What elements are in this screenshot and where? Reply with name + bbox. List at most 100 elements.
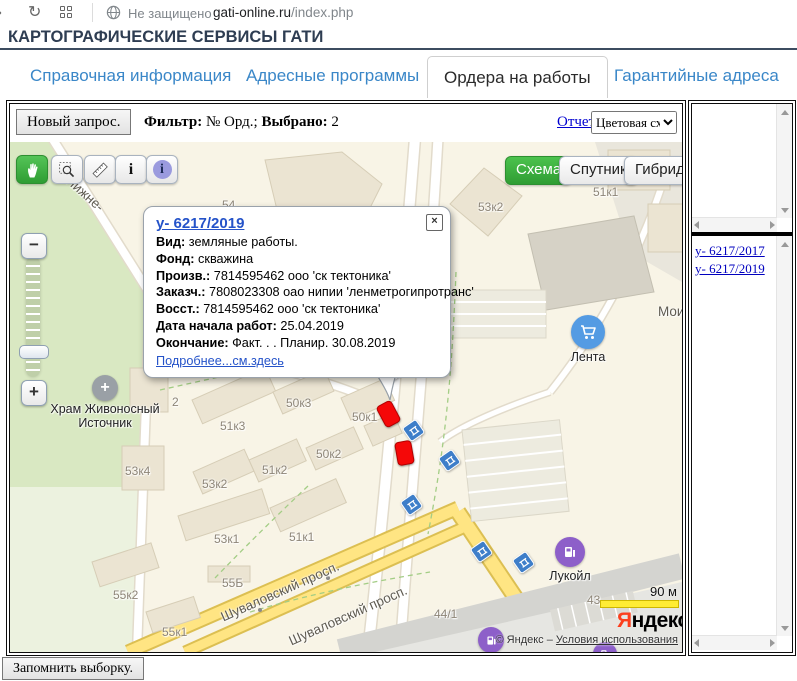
scroll-up-arrow[interactable] xyxy=(777,236,792,252)
sidebar-top-pane xyxy=(692,104,792,236)
church-label-line1: Храм Живоносный xyxy=(45,402,165,416)
building-label: 53к1 xyxy=(214,532,239,546)
lenta-label: Лента xyxy=(564,350,612,364)
sidebar-orders-pane: у- 6217/2017 у- 6217/2019 xyxy=(692,236,792,650)
marquee-zoom-icon xyxy=(58,161,76,179)
map-canvas[interactable]: Нижне- 54 51к1 53к2 Мои 2 51к3 50к3 50к1… xyxy=(10,142,682,652)
building-label: 53к4 xyxy=(125,464,150,478)
apps-grid-icon[interactable] xyxy=(60,6,73,19)
security-label: Не защищено xyxy=(128,6,212,21)
scroll-right-arrow[interactable] xyxy=(770,636,775,650)
scroll-up-arrow[interactable] xyxy=(777,104,792,120)
street-label: Мои xyxy=(658,304,682,319)
map-copyright: © Яндекс – Условия использования xyxy=(488,634,678,646)
building-label: 53к2 xyxy=(202,477,227,491)
balloon-row: Восст.: 7814595462 ооо 'ск тектоника' xyxy=(156,301,438,318)
building-label: 55к2 xyxy=(113,588,138,602)
ruler-tool-button[interactable] xyxy=(84,155,116,184)
zoom-out-button[interactable]: − xyxy=(21,233,47,259)
building-label: 51к1 xyxy=(593,185,618,199)
scroll-down-arrow[interactable] xyxy=(777,202,792,218)
scroll-left-arrow[interactable] xyxy=(694,636,699,650)
filter-label: Фильтр: xyxy=(144,114,202,130)
building-label: 55Б xyxy=(222,576,243,590)
building-label: 51к3 xyxy=(220,419,245,433)
ruler-icon xyxy=(91,161,109,179)
church-label-line2: Источник xyxy=(45,416,165,430)
page-title: КАРТОГРАФИЧЕСКИЕ СЕРВИСЫ ГАТИ xyxy=(8,28,323,47)
browser-toolbar: › ↻ Не защищено gati-online.ru/index.php xyxy=(0,0,797,26)
building-label: 2 xyxy=(172,395,179,409)
url-host: gati-online.ru xyxy=(213,5,291,20)
scale-label: 90 м xyxy=(627,584,677,599)
zoom-slider-track[interactable] xyxy=(26,257,40,377)
page: › ↻ Не защищено gati-online.ru/index.php… xyxy=(0,0,797,681)
zoom-slider-handle[interactable] xyxy=(19,345,49,359)
map-panel: Новый запрос. Фильтр: № Орд.; Выбрано: 2… xyxy=(6,100,686,656)
tab-bar: Справочная информация Адресные программы… xyxy=(0,56,797,100)
report-link[interactable]: Отчет xyxy=(557,114,595,131)
tab-spravochnaya-informaciya[interactable]: Справочная информация xyxy=(30,66,231,86)
scroll-left-arrow[interactable] xyxy=(694,218,699,232)
filter-summary: Фильтр: № Орд.; Выбрано: 2 xyxy=(144,114,339,131)
divider xyxy=(92,3,93,22)
terms-of-use-link[interactable]: Условия использования xyxy=(556,634,678,646)
church-icon[interactable]: + xyxy=(92,375,118,401)
building-label: 44/1 xyxy=(434,607,457,621)
balloon-row: Вид: земляные работы. xyxy=(156,234,438,251)
info-tool-button[interactable]: i xyxy=(115,155,147,184)
building-label: 50к2 xyxy=(316,447,341,461)
balloon-close-icon[interactable]: × xyxy=(426,214,443,231)
tab-ordera-na-raboty[interactable]: Ордера на работы xyxy=(427,56,608,98)
lukoil-label: Лукойл xyxy=(540,569,600,583)
selected-label: Выбрано: xyxy=(261,114,327,130)
building-label: 51к1 xyxy=(289,530,314,544)
balloon-row: Произв.: 7814595462 ооо 'ск тектоника' xyxy=(156,268,438,285)
scroll-right-arrow[interactable] xyxy=(770,218,775,232)
scrollbar-horizontal[interactable] xyxy=(692,635,777,650)
filter-value: № Орд.; xyxy=(206,114,258,130)
balloon-row: Окончание: Факт. . . Планир. 30.08.2019 xyxy=(156,335,438,352)
reload-icon[interactable]: ↻ xyxy=(28,2,41,22)
color-scheme-select[interactable]: Цветовая схема xyxy=(591,111,677,134)
lenta-store-icon[interactable] xyxy=(571,315,605,349)
site-info-globe-icon[interactable] xyxy=(106,5,121,20)
building-label: 55к1 xyxy=(162,625,187,639)
building-label: 53к2 xyxy=(478,200,503,214)
tab-adresnye-programmy[interactable]: Адресные программы xyxy=(246,66,419,86)
pan-tool-button[interactable] xyxy=(16,155,48,184)
scrollbar-vertical[interactable] xyxy=(776,236,792,636)
url-path: /index.php xyxy=(291,5,353,20)
building-label: 50к1 xyxy=(352,410,377,424)
details-link[interactable]: Подробнее...см.здесь xyxy=(156,354,284,368)
zoom-in-button[interactable]: + xyxy=(21,380,47,406)
scale-bar xyxy=(600,600,679,608)
info-icon: i xyxy=(129,161,133,179)
new-query-button[interactable]: Новый запрос. xyxy=(16,109,131,135)
order-title-link[interactable]: у- 6217/2019 xyxy=(156,215,244,232)
sidebar: у- 6217/2017 у- 6217/2019 xyxy=(688,100,796,656)
balloon-row: Заказч.: 7808023308 оао нипии 'ленметрог… xyxy=(156,284,438,301)
scrollbar-horizontal[interactable] xyxy=(692,217,777,232)
hand-icon xyxy=(24,161,41,179)
forward-icon[interactable]: › xyxy=(0,2,2,23)
remember-selection-button[interactable]: Запомнить выборку. xyxy=(2,657,144,680)
balloon-row: Дата начала работ: 25.04.2019 xyxy=(156,318,438,335)
order-balloon: у- 6217/2019 Вид: земляные работы. Фонд:… xyxy=(143,206,451,378)
building-label: 50к3 xyxy=(286,396,311,410)
title-rule xyxy=(0,48,797,50)
selected-count: 2 xyxy=(331,114,339,130)
scrollbar-vertical[interactable] xyxy=(776,104,792,218)
lukoil-fuel-icon[interactable] xyxy=(555,537,585,567)
yandex-logo[interactable]: Яндекс xyxy=(617,609,682,633)
scroll-down-arrow[interactable] xyxy=(777,620,792,636)
building-label: 51к2 xyxy=(262,463,287,477)
hybrid-view-button[interactable]: Гибрид xyxy=(624,156,682,185)
address-bar[interactable]: gati-online.ru/index.php xyxy=(213,5,353,20)
balloon-row: Фонд: скважина xyxy=(156,251,438,268)
tab-garantiynye-adresa[interactable]: Гарантийные адреса xyxy=(614,66,779,86)
info-purple-icon: i xyxy=(153,160,172,179)
object-info-tool-button[interactable]: i xyxy=(146,155,178,184)
marquee-zoom-button[interactable] xyxy=(51,155,83,184)
map-toolbar: Новый запрос. Фильтр: № Орд.; Выбрано: 2… xyxy=(10,104,682,142)
